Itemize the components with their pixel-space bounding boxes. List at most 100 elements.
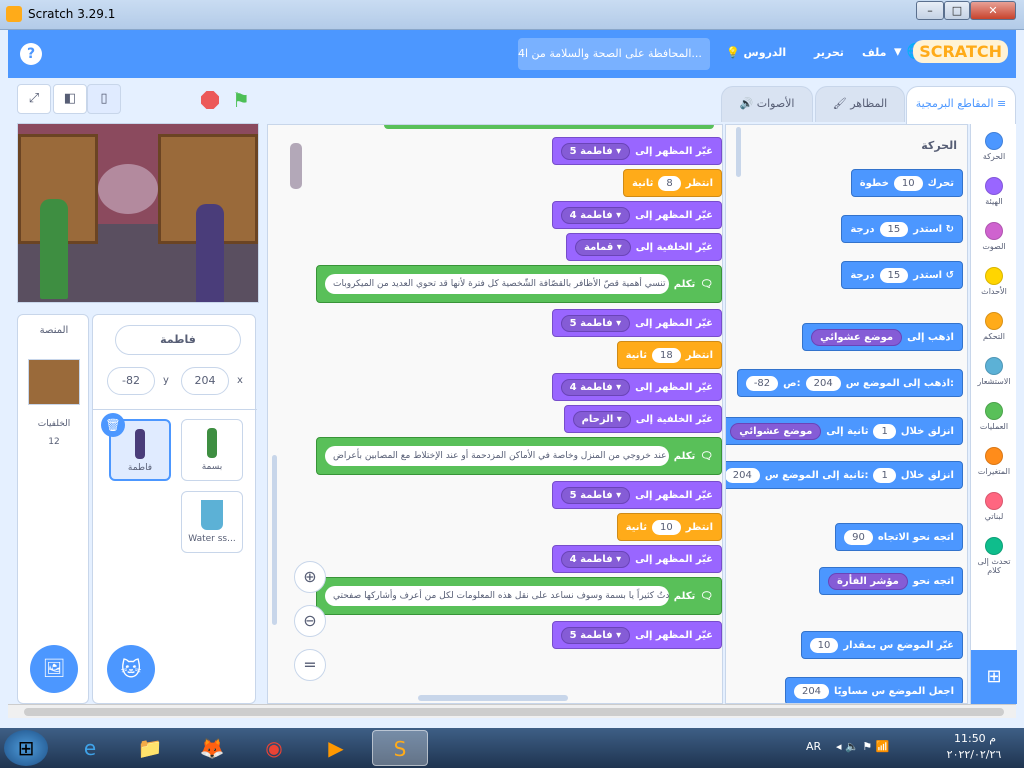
category-item[interactable]: تحدث إلى كلام xyxy=(971,537,1017,575)
palette-motion-block[interactable]: -82 ص: 204 اذهب إلى الموضع س: xyxy=(736,369,963,397)
tab-costumes[interactable]: 🖌 المظاهر xyxy=(815,86,905,122)
category-item[interactable]: لبناتي xyxy=(971,492,1017,521)
block-dropdown[interactable]: فاطمة 5 ▾ xyxy=(560,142,631,160)
palette-motion-block[interactable]: مؤشر الفأرة اتجه نحو xyxy=(819,567,963,595)
looks-block[interactable]: قمامة ▾ غيّر الخلفية إلى xyxy=(566,233,722,261)
file-menu[interactable]: ملف xyxy=(862,46,886,59)
block-input[interactable]: موضع عشوائي xyxy=(811,328,903,346)
looks-block[interactable]: فاطمة 4 ▾ غيّر المظهر إلى xyxy=(551,201,722,229)
window-hscrollbar[interactable] xyxy=(8,704,1016,718)
palette-motion-block[interactable]: موضع عشوائي اذهب إلى xyxy=(802,323,963,351)
say-block[interactable]: نعم أنا أرتدي كمامتي عند خروجي من المنزل… xyxy=(316,437,722,475)
say-text-input[interactable]: ولا تنسي أهمية قصّ الأظافر بالقصّافة الش… xyxy=(325,274,669,294)
category-item[interactable]: التحكم xyxy=(971,312,1017,341)
add-extension-icon[interactable]: ⊞ xyxy=(971,650,1017,704)
palette-motion-block[interactable]: خطوة 10 تحرك xyxy=(850,169,963,197)
category-item[interactable]: الحركة xyxy=(971,132,1017,161)
block-input[interactable]: 8 xyxy=(658,175,681,191)
wait-block[interactable]: ثانية 18 انتظر xyxy=(616,341,722,369)
add-backdrop-icon[interactable]: 🖼 xyxy=(30,645,78,693)
block-dropdown[interactable]: فاطمة 5 ▾ xyxy=(560,314,631,332)
say-block[interactable]: ولا تنسي أهمية قصّ الأظافر بالقصّافة الش… xyxy=(316,265,722,303)
zoom-in-icon[interactable]: ⊕ xyxy=(294,561,326,593)
block-dropdown[interactable]: فاطمة 5 ▾ xyxy=(560,626,631,644)
sprite-card-basma[interactable]: بسمة xyxy=(181,419,243,481)
firefox-icon[interactable]: 🦊 xyxy=(188,730,236,766)
block-input[interactable]: 204 xyxy=(805,375,841,391)
palette-motion-block[interactable]: درجة 15 استدر ↺ xyxy=(841,261,963,289)
sprite-fatima[interactable] xyxy=(196,204,224,302)
category-item[interactable]: المتغيرات xyxy=(971,447,1017,476)
y-input[interactable]: -82 xyxy=(107,367,155,395)
script-area[interactable]: فاطمة 5 ▾ غيّر المظهر إلى ثانية 8 انتظر فاطمة… xyxy=(267,124,723,704)
clock-date[interactable]: ٢٠٢٢/٠٢/٢٦ xyxy=(936,748,1012,761)
palette-motion-block[interactable]: 204 اجعل الموضع س مساويًا xyxy=(784,677,963,703)
block-input[interactable]: 90 xyxy=(844,529,873,545)
sprite-name-input[interactable]: فاطمة xyxy=(115,325,241,355)
small-stage-icon[interactable]: ◧ xyxy=(53,84,87,114)
delete-sprite-icon[interactable]: 🗑 xyxy=(101,413,125,437)
block-input[interactable]: موضع عشوائي xyxy=(730,422,822,440)
say-text-input[interactable]: نعم أنا أرتدي كمامتي عند خروجي من المنزل… xyxy=(325,446,669,466)
stage-canvas[interactable] xyxy=(17,123,259,303)
block-input[interactable]: 1 xyxy=(873,423,896,439)
block-dropdown[interactable]: الزحام ▾ xyxy=(572,410,631,428)
block-input[interactable]: 204 xyxy=(793,683,830,699)
looks-block[interactable]: فاطمة 4 ▾ غيّر المظهر إلى xyxy=(551,545,722,573)
block-dropdown[interactable]: قمامة ▾ xyxy=(575,238,631,256)
block-dropdown[interactable]: فاطمة 4 ▾ xyxy=(560,378,631,396)
clock-time[interactable]: 11:50 م xyxy=(940,732,1010,745)
looks-block[interactable]: الزحام ▾ غيّر الخلفية إلى xyxy=(563,405,722,433)
script-vscrollbar[interactable] xyxy=(272,455,277,625)
minimize-button[interactable]: – xyxy=(916,1,944,20)
scratch-taskbar-icon[interactable]: S xyxy=(372,730,428,766)
block-dropdown[interactable]: فاطمة 4 ▾ xyxy=(560,206,631,224)
tray-icons[interactable]: ◂ 🔈 ⚑ 📶 xyxy=(836,740,889,753)
block-palette[interactable]: الحركة خطوة 10 تحرك درجة 15 استدر ↻ درجة 15 استد… xyxy=(725,124,968,704)
stop-icon[interactable] xyxy=(201,91,219,109)
palette-motion-block[interactable]: 90 اتجه نحو الاتجاه xyxy=(835,523,963,551)
palette-motion-block[interactable]: 10 غيّر الموضع س بمقدار xyxy=(800,631,963,659)
hscroll-thumb[interactable] xyxy=(24,708,1004,716)
block-input[interactable]: 18 xyxy=(652,347,681,363)
sprite-card-water[interactable]: Water ss... xyxy=(181,491,243,553)
tab-code[interactable]: المقاطع البرمجية ≡ xyxy=(906,86,1016,124)
sprite-basma[interactable] xyxy=(40,199,68,299)
palette-motion-block[interactable]: -82ص:204ثانية إلى الموضع س:1انزلق خلال xyxy=(726,461,963,489)
looks-block[interactable]: فاطمة 4 ▾ غيّر المظهر إلى xyxy=(551,373,722,401)
category-item[interactable]: الهيئة xyxy=(971,177,1017,206)
script-hscrollbar[interactable] xyxy=(418,695,568,701)
block-dropdown[interactable]: فاطمة 5 ▾ xyxy=(560,486,631,504)
looks-block[interactable]: فاطمة 5 ▾ غيّر المظهر إلى xyxy=(551,621,722,649)
say-text-input[interactable]: وأنا أيضا إستفدتُ كثيراً يا بسمة وسوف نس… xyxy=(325,586,669,606)
fullscreen-icon[interactable]: ⤢ xyxy=(17,84,51,114)
looks-block[interactable]: فاطمة 5 ▾ غيّر المظهر إلى xyxy=(551,137,722,165)
block-input[interactable]: 1 xyxy=(873,467,896,483)
tab-sounds[interactable]: 🔊 الأصوات xyxy=(721,86,813,122)
large-stage-icon[interactable]: ▯ xyxy=(87,84,121,114)
close-button[interactable]: ✕ xyxy=(970,1,1016,20)
green-flag-icon[interactable]: ⚑ xyxy=(232,90,252,110)
zoom-out-icon[interactable]: ⊖ xyxy=(294,605,326,637)
block-input[interactable]: مؤشر الفأرة xyxy=(828,572,908,590)
block-dropdown[interactable]: فاطمة 4 ▾ xyxy=(560,550,631,568)
chrome-icon[interactable]: ◉ xyxy=(250,730,298,766)
project-title-field[interactable]: 4المحافظة على الصحة والسلامة من ا... xyxy=(518,38,710,70)
palette-motion-block[interactable]: درجة 15 استدر ↻ xyxy=(841,215,963,243)
block-input[interactable]: 10 xyxy=(809,637,839,653)
looks-block[interactable]: فاطمة 5 ▾ غيّر المظهر إلى xyxy=(551,309,722,337)
zoom-reset-icon[interactable]: = xyxy=(294,649,326,681)
block-input[interactable]: 15 xyxy=(879,221,909,237)
category-item[interactable]: الاستشعار xyxy=(971,357,1017,386)
block-input[interactable]: -82 xyxy=(745,375,779,391)
category-item[interactable]: العمليات xyxy=(971,402,1017,431)
explorer-icon[interactable]: 📁 xyxy=(126,730,174,766)
palette-motion-block[interactable]: موضع عشوائي ثانية إلى 1 انزلق خلال xyxy=(726,417,963,445)
block-input[interactable]: 204 xyxy=(726,467,760,483)
palette-scrollbar[interactable] xyxy=(736,127,741,177)
start-button-icon[interactable]: ⊞ xyxy=(4,730,48,766)
block-input[interactable]: 15 xyxy=(879,267,909,283)
ie-icon[interactable]: e xyxy=(66,730,114,766)
x-input[interactable]: 204 xyxy=(181,367,229,395)
category-item[interactable]: الأحداث xyxy=(971,267,1017,296)
